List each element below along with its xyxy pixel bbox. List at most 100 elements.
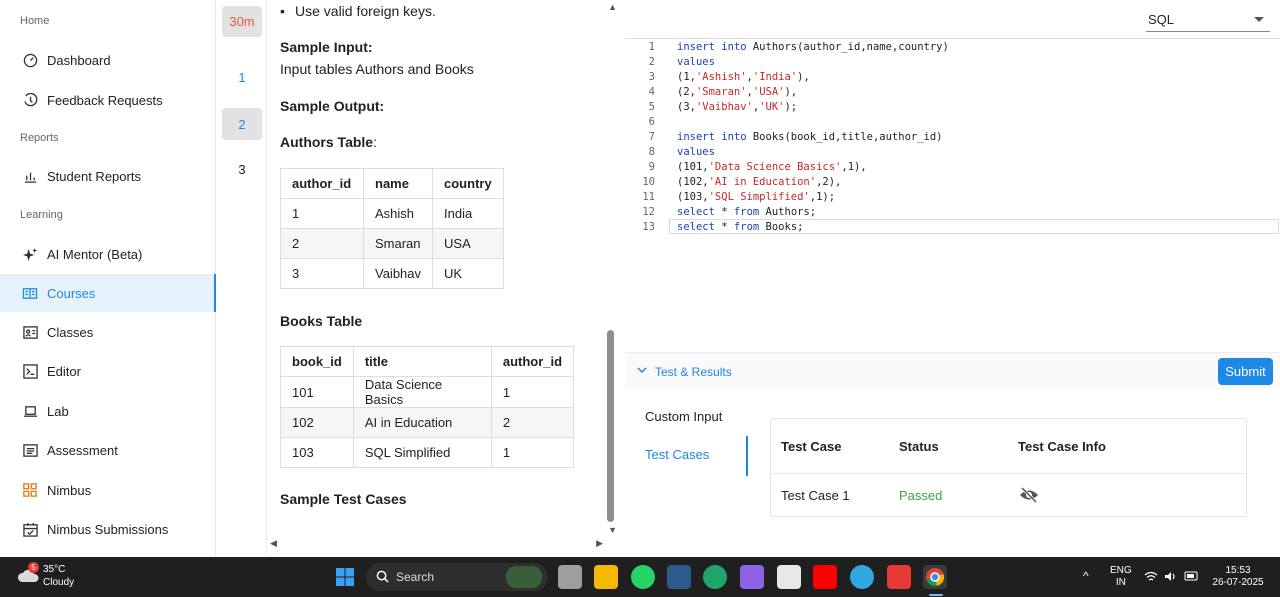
chevron-down-icon bbox=[637, 367, 647, 374]
calendar-icon bbox=[22, 521, 38, 537]
table-row: 1 Ashish India bbox=[280, 198, 504, 229]
question-2-button[interactable]: 2 bbox=[222, 108, 262, 140]
battery-icon[interactable] bbox=[1184, 570, 1200, 586]
results-header[interactable]: Test & Results Submit bbox=[625, 353, 1280, 390]
language-indicator[interactable]: ENG IN bbox=[1110, 565, 1132, 589]
sidebar-item-student-reports[interactable]: Student Reports bbox=[0, 157, 216, 195]
chrome-icon[interactable] bbox=[923, 565, 947, 589]
wifi-icon[interactable] bbox=[1144, 571, 1158, 586]
sidebar-item-nimbus-submissions[interactable]: Nimbus Submissions bbox=[0, 510, 216, 548]
question-3-button[interactable]: 3 bbox=[222, 153, 262, 185]
code-line: values bbox=[677, 146, 715, 158]
column-header: Test Case Info bbox=[1018, 438, 1106, 454]
timer-badge: 30m bbox=[222, 6, 262, 37]
sidebar-item-feedback-requests[interactable]: Feedback Requests bbox=[0, 81, 216, 119]
sidebar: Home Dashboard Feedback Requests Reports… bbox=[0, 0, 216, 556]
sample-input-text: Input tables Authors and Books bbox=[280, 61, 474, 77]
store-icon[interactable] bbox=[777, 565, 801, 589]
terminal-icon bbox=[22, 363, 38, 379]
sidebar-item-label: Nimbus bbox=[47, 482, 92, 498]
table-header-row: Test Case Status Test Case Info bbox=[771, 419, 1246, 474]
sidebar-item-nimbus[interactable]: Nimbus bbox=[0, 471, 216, 509]
line-number: 6 bbox=[648, 116, 655, 128]
line-number: 2 bbox=[648, 56, 655, 68]
feedback-icon bbox=[22, 92, 38, 108]
tab-test-cases[interactable]: Test Cases bbox=[645, 447, 709, 462]
table-cell: 1 bbox=[490, 437, 575, 468]
sidebar-item-ai-mentor[interactable]: AI Mentor (Beta) bbox=[0, 235, 216, 273]
eye-off-icon[interactable] bbox=[1019, 486, 1039, 506]
table-row: 3 Vaibhav UK bbox=[280, 258, 504, 289]
weather-widget[interactable]: 35°C Cloudy bbox=[43, 563, 74, 589]
code-editor[interactable]: 1 insert into Authors(author_id,name,coun… bbox=[625, 38, 1280, 352]
scroll-up-icon[interactable]: ▲ bbox=[608, 2, 617, 12]
taskbar-search[interactable]: Search bbox=[366, 563, 548, 591]
code-line: (1,'Ashish','India'), bbox=[677, 71, 810, 83]
scroll-left-icon[interactable]: ◀ bbox=[270, 538, 277, 549]
tab-custom-input[interactable]: Custom Input bbox=[645, 409, 722, 424]
question-1-button[interactable]: 1 bbox=[222, 61, 262, 93]
submit-button[interactable]: Submit bbox=[1218, 358, 1273, 385]
language-value: SQL bbox=[1148, 12, 1175, 27]
table-cell: 101 bbox=[280, 376, 354, 408]
table-cell: USA bbox=[432, 228, 504, 259]
table-cell: 103 bbox=[280, 437, 354, 468]
task-view-icon[interactable] bbox=[558, 565, 582, 589]
file-explorer-icon[interactable] bbox=[594, 565, 618, 589]
bullet-item: • Use valid foreign keys. bbox=[280, 3, 436, 19]
code-line: insert into Authors(author_id,name,count… bbox=[677, 41, 949, 53]
volume-icon[interactable] bbox=[1164, 571, 1178, 586]
vertical-scrollbar[interactable] bbox=[606, 0, 616, 540]
scroll-right-icon[interactable]: ▶ bbox=[596, 538, 603, 549]
whatsapp-icon[interactable] bbox=[631, 565, 655, 589]
column-header: Status bbox=[899, 438, 939, 454]
edge-icon[interactable] bbox=[703, 565, 727, 589]
sidebar-item-label: AI Mentor (Beta) bbox=[47, 246, 143, 262]
python-icon[interactable] bbox=[850, 565, 874, 589]
chevron-up-icon[interactable]: ^ bbox=[1083, 570, 1089, 582]
bullet-text: Use valid foreign keys. bbox=[295, 3, 436, 19]
wps-office-icon[interactable] bbox=[887, 565, 911, 589]
list-icon bbox=[22, 442, 38, 458]
search-label: Search bbox=[396, 570, 435, 584]
language-select[interactable]: SQL bbox=[1146, 6, 1270, 32]
vscode-icon[interactable] bbox=[667, 565, 691, 589]
copilot-icon[interactable] bbox=[740, 565, 764, 589]
sidebar-item-dashboard[interactable]: Dashboard bbox=[0, 41, 216, 79]
chevron-down-icon bbox=[1254, 17, 1264, 22]
table-row: 101 Data Science Basics 1 bbox=[280, 376, 575, 408]
sidebar-item-label: Editor bbox=[47, 363, 81, 379]
line-number: 7 bbox=[648, 131, 655, 143]
sidebar-item-label: Classes bbox=[47, 324, 94, 340]
scroll-down-icon[interactable]: ▼ bbox=[608, 525, 617, 535]
temperature: 35°C bbox=[43, 564, 66, 575]
sidebar-item-label: Lab bbox=[47, 403, 69, 419]
line-number: 4 bbox=[648, 86, 655, 98]
sidebar-item-assessment[interactable]: Assessment bbox=[0, 431, 216, 469]
line-number: 5 bbox=[648, 101, 655, 113]
table-cell: UK bbox=[432, 258, 504, 289]
code-editor-panel: SQL 1 insert into Authors(author_id,name,… bbox=[625, 0, 1280, 352]
table-cell: Smaran bbox=[362, 228, 434, 259]
scrollbar-thumb[interactable] bbox=[607, 330, 614, 522]
sidebar-item-editor[interactable]: Editor bbox=[0, 352, 216, 390]
code-line: (102,'AI in Education',2), bbox=[677, 176, 842, 188]
sidebar-item-lab[interactable]: Lab bbox=[0, 392, 216, 430]
sidebar-item-courses[interactable]: Courses bbox=[0, 274, 216, 312]
code-line: select * from Authors; bbox=[677, 206, 817, 218]
line-number: 8 bbox=[648, 146, 655, 158]
column-header: author_id bbox=[490, 346, 575, 377]
code-line: select * from Books; bbox=[677, 221, 804, 233]
sparkle-icon bbox=[22, 246, 38, 262]
problem-pane: • Use valid foreign keys. Sample Input: … bbox=[267, 0, 620, 556]
test-case-name: Test Case 1 bbox=[781, 488, 850, 503]
sidebar-item-classes[interactable]: Classes bbox=[0, 313, 216, 351]
start-icon[interactable] bbox=[333, 565, 357, 589]
classes-icon bbox=[22, 324, 38, 340]
column-header: author_id bbox=[280, 168, 364, 199]
bar-chart-icon bbox=[22, 168, 38, 184]
system-clock[interactable]: 15:53 26-07-2025 bbox=[1207, 565, 1269, 589]
question-rail: 30m 1 2 3 bbox=[217, 0, 267, 556]
table-cell: 102 bbox=[280, 407, 354, 438]
youtube-icon[interactable] bbox=[813, 565, 837, 589]
